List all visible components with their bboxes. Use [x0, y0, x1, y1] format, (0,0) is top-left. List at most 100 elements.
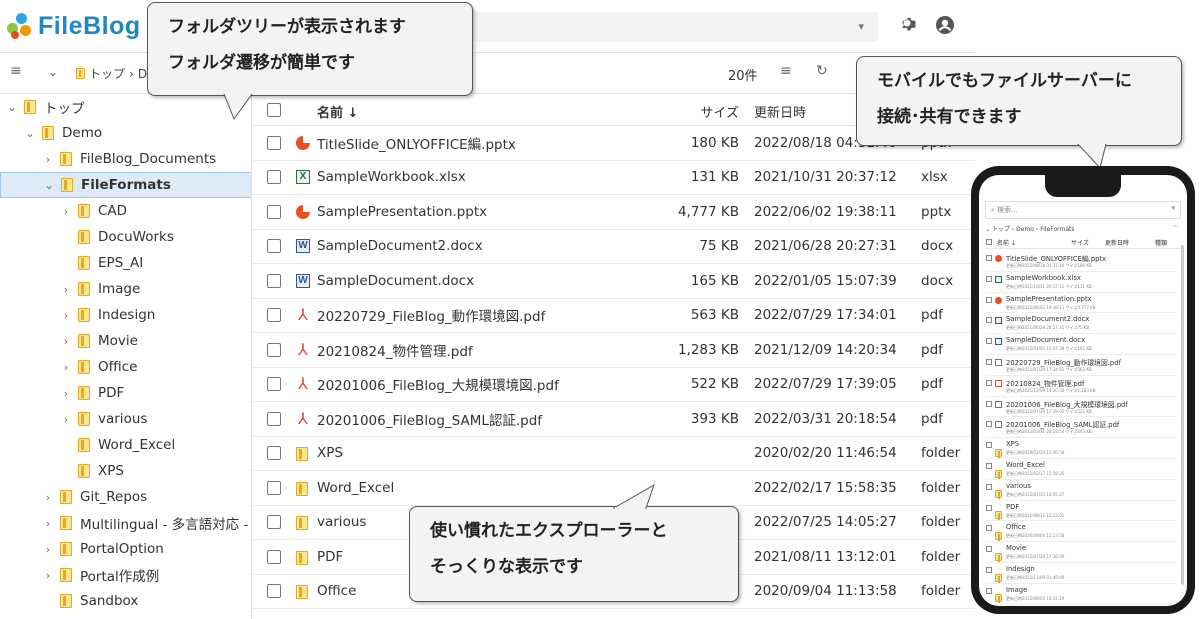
column-date[interactable]: 更新日時: [754, 102, 806, 121]
row-checkbox[interactable]: [267, 411, 281, 426]
search-dropdown-icon[interactable]: ▾: [858, 20, 864, 33]
mobile-file-row[interactable]: Image 更新日時2022/09/05 10:31:29: [985, 584, 1177, 605]
mobile-menu-icon[interactable]: ⋯: [1172, 222, 1179, 230]
mobile-breadcrumb[interactable]: ⌄ トップ › Demo › FileFormats: [985, 224, 1075, 233]
mobile-file-name[interactable]: PDF: [1006, 503, 1019, 511]
tree-item[interactable]: › Indesign: [0, 302, 251, 328]
file-name[interactable]: PDF: [317, 549, 343, 565]
mobile-file-row[interactable]: XPS 更新日時2020/02/20 11:46:54: [985, 438, 1177, 459]
mobile-file-row[interactable]: SampleDocument2.docx 更新日時2021/06/28 20:27…: [985, 313, 1177, 335]
tree-item[interactable]: ⌄ Demo: [0, 120, 251, 146]
file-name[interactable]: SampleDocument.docx: [317, 273, 474, 289]
tree-toggle-icon[interactable]: ⌄: [43, 179, 55, 192]
brand-logo[interactable]: FileBlog: [6, 11, 141, 41]
mobile-file-row[interactable]: TitleSlide_ONLYOFFICE編.pptx 更新日時2022/08/1…: [985, 251, 1177, 272]
tree-toggle-icon[interactable]: ⌄: [24, 127, 36, 140]
tree-item[interactable]: EPS_AI: [0, 250, 251, 276]
mobile-row-checkbox[interactable]: [986, 483, 992, 490]
tree-item[interactable]: Word_Excel: [0, 432, 251, 458]
tree-item[interactable]: › PDF: [0, 380, 251, 406]
column-size[interactable]: サイズ: [700, 102, 739, 121]
mobile-file-name[interactable]: SampleDocument2.docx: [1006, 315, 1089, 323]
mobile-row-checkbox[interactable]: [986, 379, 992, 386]
mobile-search-input[interactable]: ⌕ 検索... ▾: [985, 201, 1181, 219]
mobile-file-row[interactable]: Movie 更新日時2022/07/28 17:36:40: [985, 542, 1177, 563]
file-row[interactable]: ⅄ 20201006_FileBlog_SAML認証.pdf 393 KB 2022/…: [252, 402, 975, 437]
row-checkbox[interactable]: [267, 480, 281, 495]
tree-item[interactable]: › FileBlog_Documents: [0, 146, 251, 172]
mobile-file-name[interactable]: SampleDocument.docx: [1006, 336, 1085, 344]
tree-item[interactable]: › Git_Repos: [0, 484, 251, 510]
mobile-row-checkbox[interactable]: [986, 525, 992, 532]
mobile-file-name[interactable]: 20201006_FileBlog_SAML認証.pdf: [1006, 419, 1119, 429]
column-name[interactable]: 名前 ↓: [317, 102, 358, 121]
mobile-file-name[interactable]: Movie: [1006, 544, 1026, 552]
mobile-row-checkbox[interactable]: [986, 296, 992, 303]
mobile-search-caret[interactable]: ▾: [1171, 204, 1175, 212]
row-checkbox[interactable]: [267, 342, 281, 357]
mobile-file-row[interactable]: 20210824_物件管理.pdf 更新日時2021/12/09 14:20:34…: [985, 376, 1177, 397]
tree-toggle-icon[interactable]: ›: [42, 153, 54, 166]
tree-item[interactable]: Sandbox: [0, 588, 251, 614]
row-checkbox[interactable]: [267, 239, 281, 254]
sort-lines-icon[interactable]: ≡: [10, 63, 22, 79]
mobile-row-checkbox[interactable]: [986, 317, 992, 324]
row-checkbox[interactable]: [267, 584, 281, 599]
mobile-file-row[interactable]: 20220729_FileBlog_動作環境図.pdf 更新日時2022/07/2…: [985, 355, 1177, 376]
tree-toggle-icon[interactable]: ›: [60, 283, 72, 296]
tree-toggle-icon[interactable]: ›: [60, 361, 72, 374]
chevron-down-icon[interactable]: ⌄: [48, 65, 58, 79]
mobile-row-checkbox[interactable]: [986, 546, 992, 553]
mobile-file-name[interactable]: 20201006_FileBlog_大規模環境図.pdf: [1006, 399, 1128, 409]
file-name[interactable]: 20220729_FileBlog_動作環境図.pdf: [317, 305, 545, 325]
mobile-file-name[interactable]: Indesign: [1006, 565, 1035, 573]
file-row[interactable]: SamplePresentation.pptx 4,777 KB 2022/06/0…: [252, 195, 975, 230]
search-input[interactable]: ▾: [440, 12, 878, 42]
mobile-file-row[interactable]: Word_Excel 更新日時2022/02/17 15:58:35: [985, 459, 1177, 480]
tree-toggle-icon[interactable]: ›: [60, 205, 72, 218]
mobile-row-checkbox[interactable]: [986, 587, 992, 594]
file-name[interactable]: SamplePresentation.pptx: [317, 204, 487, 220]
file-row[interactable]: XPS 2020/02/20 11:46:54 folder: [252, 437, 975, 471]
tree-item[interactable]: › CAD: [0, 198, 251, 224]
file-row[interactable]: ⅄ 20201006_FileBlog_大規模環境図.pdf 522 KB 2022/…: [252, 368, 975, 402]
mobile-scrollbar[interactable]: [1181, 245, 1184, 585]
tree-toggle-icon[interactable]: ⌄: [6, 101, 18, 114]
row-checkbox[interactable]: [267, 273, 281, 288]
row-checkbox[interactable]: [267, 135, 281, 150]
mobile-file-row[interactable]: PDF 更新日時2021/08/11 13:12:01: [985, 501, 1177, 522]
file-name[interactable]: Word_Excel: [317, 480, 394, 496]
file-name[interactable]: 20201006_FileBlog_SAML認証.pdf: [317, 409, 542, 429]
mobile-row-checkbox[interactable]: [986, 400, 992, 407]
mobile-file-row[interactable]: 20201006_FileBlog_SAML認証.pdf 更新日時2022/03/…: [985, 417, 1177, 439]
file-name[interactable]: TitleSlide_ONLYOFFICE編.pptx: [317, 133, 516, 153]
mobile-file-row[interactable]: various 更新日時2022/07/25 14:05:27: [985, 480, 1177, 501]
tree-item[interactable]: ⌄ FileFormats: [0, 172, 251, 198]
mobile-row-checkbox[interactable]: [986, 359, 992, 365]
tree-toggle-icon[interactable]: ›: [60, 387, 72, 400]
breadcrumb-root[interactable]: トップ: [89, 65, 125, 82]
mobile-row-checkbox[interactable]: [986, 338, 992, 345]
tree-item[interactable]: DocuWorks: [0, 224, 251, 250]
mobile-column-type[interactable]: 種類: [1155, 238, 1167, 247]
list-view-icon[interactable]: ≡: [780, 63, 792, 79]
file-name[interactable]: various: [317, 514, 366, 530]
file-row[interactable]: ⅄ 20220729_FileBlog_動作環境図.pdf 563 KB 2022/0…: [252, 299, 975, 333]
row-checkbox[interactable]: [267, 308, 281, 323]
row-checkbox[interactable]: [267, 549, 281, 564]
mobile-file-name[interactable]: Word_Excel: [1006, 461, 1045, 469]
user-circle-icon[interactable]: [934, 15, 956, 37]
mobile-column-name[interactable]: 名前 ↓: [997, 238, 1016, 247]
tree-item[interactable]: › Portal作成例: [0, 562, 251, 588]
mobile-row-checkbox[interactable]: [986, 442, 992, 449]
mobile-column-size[interactable]: サイズ: [1071, 238, 1089, 247]
select-all-checkbox[interactable]: [267, 103, 281, 117]
mobile-file-name[interactable]: TitleSlide_ONLYOFFICE編.pptx: [1006, 253, 1106, 263]
tree-toggle-icon[interactable]: ›: [42, 517, 54, 530]
file-row[interactable]: W SampleDocument.docx 165 KB 2022/01/05 15:…: [252, 264, 975, 299]
mobile-column-date[interactable]: 更新日時: [1105, 238, 1129, 247]
mobile-file-row[interactable]: SampleDocument.docx 更新日時2022/01/05 15:07:…: [985, 334, 1177, 355]
mobile-file-name[interactable]: Office: [1006, 523, 1026, 531]
mobile-file-name[interactable]: SamplePresentation.pptx: [1006, 295, 1092, 303]
mobile-row-checkbox[interactable]: [986, 255, 992, 261]
